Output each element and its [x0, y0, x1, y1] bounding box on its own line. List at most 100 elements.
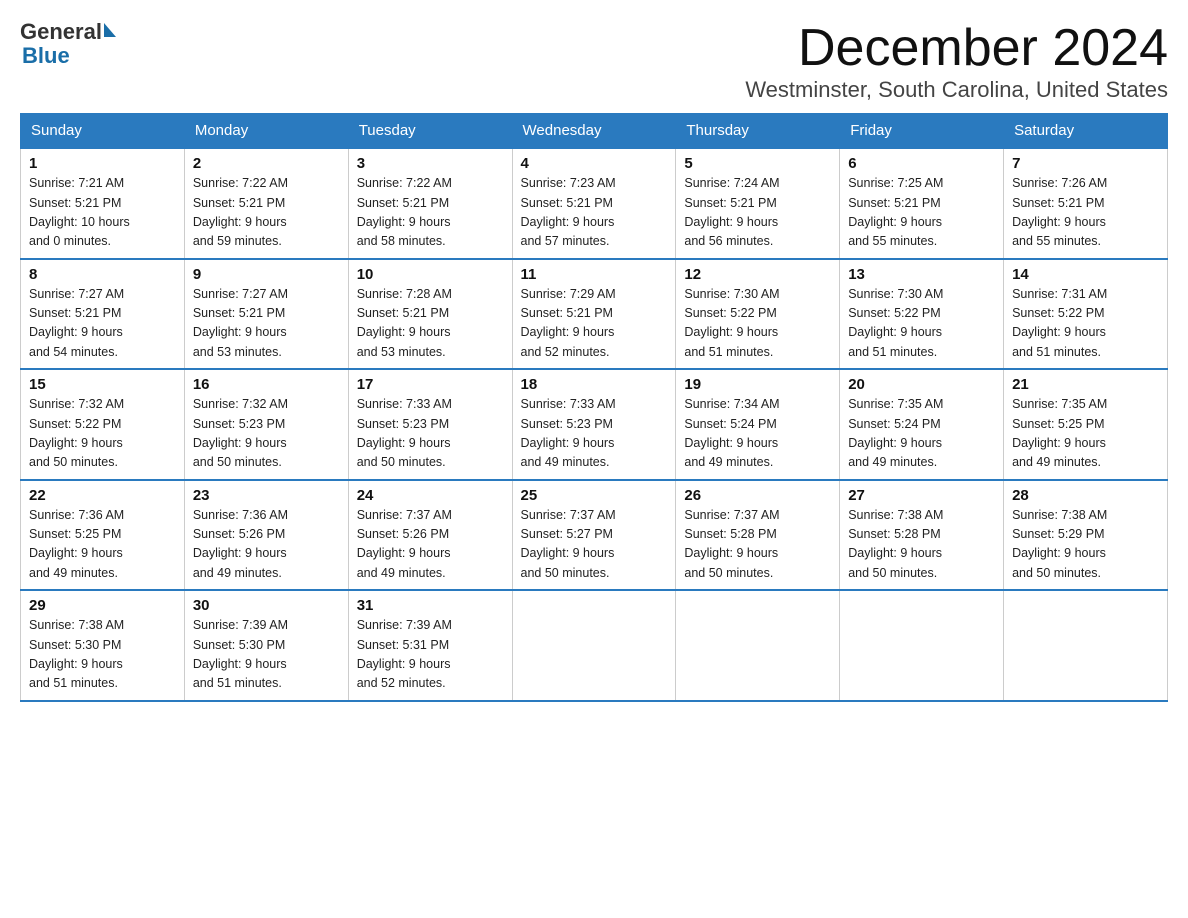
- calendar-day-cell: 31 Sunrise: 7:39 AMSunset: 5:31 PMDaylig…: [348, 590, 512, 701]
- day-info: Sunrise: 7:28 AMSunset: 5:21 PMDaylight:…: [357, 285, 504, 363]
- calendar-header-tuesday: Tuesday: [348, 114, 512, 149]
- calendar-header-wednesday: Wednesday: [512, 114, 676, 149]
- calendar-day-cell: [676, 590, 840, 701]
- day-info: Sunrise: 7:35 AMSunset: 5:24 PMDaylight:…: [848, 395, 995, 473]
- day-number: 29: [29, 597, 176, 614]
- day-number: 7: [1012, 155, 1159, 172]
- day-info: Sunrise: 7:26 AMSunset: 5:21 PMDaylight:…: [1012, 174, 1159, 252]
- day-number: 9: [193, 266, 340, 283]
- calendar-day-cell: 7 Sunrise: 7:26 AMSunset: 5:21 PMDayligh…: [1004, 148, 1168, 259]
- calendar-table: SundayMondayTuesdayWednesdayThursdayFrid…: [20, 113, 1168, 702]
- day-number: 12: [684, 266, 831, 283]
- calendar-day-cell: 8 Sunrise: 7:27 AMSunset: 5:21 PMDayligh…: [21, 259, 185, 370]
- day-info: Sunrise: 7:24 AMSunset: 5:21 PMDaylight:…: [684, 174, 831, 252]
- day-info: Sunrise: 7:21 AMSunset: 5:21 PMDaylight:…: [29, 174, 176, 252]
- day-info: Sunrise: 7:39 AMSunset: 5:31 PMDaylight:…: [357, 616, 504, 694]
- day-number: 25: [521, 487, 668, 504]
- calendar-day-cell: 10 Sunrise: 7:28 AMSunset: 5:21 PMDaylig…: [348, 259, 512, 370]
- day-info: Sunrise: 7:27 AMSunset: 5:21 PMDaylight:…: [193, 285, 340, 363]
- calendar-day-cell: 26 Sunrise: 7:37 AMSunset: 5:28 PMDaylig…: [676, 480, 840, 591]
- logo-blue-text: Blue: [22, 43, 70, 68]
- calendar-day-cell: 9 Sunrise: 7:27 AMSunset: 5:21 PMDayligh…: [184, 259, 348, 370]
- calendar-day-cell: 4 Sunrise: 7:23 AMSunset: 5:21 PMDayligh…: [512, 148, 676, 259]
- calendar-day-cell: 16 Sunrise: 7:32 AMSunset: 5:23 PMDaylig…: [184, 369, 348, 480]
- calendar-day-cell: 2 Sunrise: 7:22 AMSunset: 5:21 PMDayligh…: [184, 148, 348, 259]
- day-number: 27: [848, 487, 995, 504]
- logo: General Blue: [20, 20, 116, 68]
- calendar-week-row: 15 Sunrise: 7:32 AMSunset: 5:22 PMDaylig…: [21, 369, 1168, 480]
- calendar-header-saturday: Saturday: [1004, 114, 1168, 149]
- calendar-day-cell: [512, 590, 676, 701]
- day-number: 30: [193, 597, 340, 614]
- day-number: 2: [193, 155, 340, 172]
- day-info: Sunrise: 7:38 AMSunset: 5:28 PMDaylight:…: [848, 506, 995, 584]
- day-number: 5: [684, 155, 831, 172]
- day-info: Sunrise: 7:39 AMSunset: 5:30 PMDaylight:…: [193, 616, 340, 694]
- page-header: General Blue December 2024 Westminster, …: [20, 20, 1168, 103]
- day-number: 19: [684, 376, 831, 393]
- calendar-day-cell: 25 Sunrise: 7:37 AMSunset: 5:27 PMDaylig…: [512, 480, 676, 591]
- calendar-day-cell: 29 Sunrise: 7:38 AMSunset: 5:30 PMDaylig…: [21, 590, 185, 701]
- location-title: Westminster, South Carolina, United Stat…: [745, 77, 1168, 103]
- day-number: 16: [193, 376, 340, 393]
- day-info: Sunrise: 7:37 AMSunset: 5:28 PMDaylight:…: [684, 506, 831, 584]
- logo-triangle-icon: [104, 23, 116, 37]
- calendar-day-cell: 3 Sunrise: 7:22 AMSunset: 5:21 PMDayligh…: [348, 148, 512, 259]
- calendar-day-cell: 1 Sunrise: 7:21 AMSunset: 5:21 PMDayligh…: [21, 148, 185, 259]
- calendar-day-cell: 11 Sunrise: 7:29 AMSunset: 5:21 PMDaylig…: [512, 259, 676, 370]
- calendar-day-cell: 30 Sunrise: 7:39 AMSunset: 5:30 PMDaylig…: [184, 590, 348, 701]
- day-info: Sunrise: 7:32 AMSunset: 5:22 PMDaylight:…: [29, 395, 176, 473]
- day-info: Sunrise: 7:37 AMSunset: 5:27 PMDaylight:…: [521, 506, 668, 584]
- day-info: Sunrise: 7:30 AMSunset: 5:22 PMDaylight:…: [848, 285, 995, 363]
- day-number: 6: [848, 155, 995, 172]
- day-number: 4: [521, 155, 668, 172]
- day-info: Sunrise: 7:25 AMSunset: 5:21 PMDaylight:…: [848, 174, 995, 252]
- logo-general-text: General: [20, 20, 102, 44]
- day-number: 23: [193, 487, 340, 504]
- calendar-day-cell: [840, 590, 1004, 701]
- calendar-day-cell: 6 Sunrise: 7:25 AMSunset: 5:21 PMDayligh…: [840, 148, 1004, 259]
- calendar-day-cell: [1004, 590, 1168, 701]
- calendar-day-cell: 21 Sunrise: 7:35 AMSunset: 5:25 PMDaylig…: [1004, 369, 1168, 480]
- day-number: 11: [521, 266, 668, 283]
- calendar-day-cell: 12 Sunrise: 7:30 AMSunset: 5:22 PMDaylig…: [676, 259, 840, 370]
- day-info: Sunrise: 7:30 AMSunset: 5:22 PMDaylight:…: [684, 285, 831, 363]
- day-number: 8: [29, 266, 176, 283]
- day-number: 20: [848, 376, 995, 393]
- calendar-header-row: SundayMondayTuesdayWednesdayThursdayFrid…: [21, 114, 1168, 149]
- day-number: 10: [357, 266, 504, 283]
- calendar-day-cell: 14 Sunrise: 7:31 AMSunset: 5:22 PMDaylig…: [1004, 259, 1168, 370]
- calendar-day-cell: 20 Sunrise: 7:35 AMSunset: 5:24 PMDaylig…: [840, 369, 1004, 480]
- calendar-day-cell: 23 Sunrise: 7:36 AMSunset: 5:26 PMDaylig…: [184, 480, 348, 591]
- day-info: Sunrise: 7:33 AMSunset: 5:23 PMDaylight:…: [357, 395, 504, 473]
- day-info: Sunrise: 7:27 AMSunset: 5:21 PMDaylight:…: [29, 285, 176, 363]
- day-info: Sunrise: 7:38 AMSunset: 5:29 PMDaylight:…: [1012, 506, 1159, 584]
- day-number: 14: [1012, 266, 1159, 283]
- day-number: 28: [1012, 487, 1159, 504]
- calendar-day-cell: 13 Sunrise: 7:30 AMSunset: 5:22 PMDaylig…: [840, 259, 1004, 370]
- calendar-header-thursday: Thursday: [676, 114, 840, 149]
- day-info: Sunrise: 7:23 AMSunset: 5:21 PMDaylight:…: [521, 174, 668, 252]
- day-info: Sunrise: 7:34 AMSunset: 5:24 PMDaylight:…: [684, 395, 831, 473]
- calendar-day-cell: 19 Sunrise: 7:34 AMSunset: 5:24 PMDaylig…: [676, 369, 840, 480]
- day-number: 1: [29, 155, 176, 172]
- day-info: Sunrise: 7:36 AMSunset: 5:25 PMDaylight:…: [29, 506, 176, 584]
- calendar-day-cell: 15 Sunrise: 7:32 AMSunset: 5:22 PMDaylig…: [21, 369, 185, 480]
- day-info: Sunrise: 7:38 AMSunset: 5:30 PMDaylight:…: [29, 616, 176, 694]
- calendar-day-cell: 28 Sunrise: 7:38 AMSunset: 5:29 PMDaylig…: [1004, 480, 1168, 591]
- day-number: 17: [357, 376, 504, 393]
- day-number: 21: [1012, 376, 1159, 393]
- day-number: 22: [29, 487, 176, 504]
- calendar-week-row: 29 Sunrise: 7:38 AMSunset: 5:30 PMDaylig…: [21, 590, 1168, 701]
- day-number: 3: [357, 155, 504, 172]
- calendar-week-row: 1 Sunrise: 7:21 AMSunset: 5:21 PMDayligh…: [21, 148, 1168, 259]
- calendar-day-cell: 27 Sunrise: 7:38 AMSunset: 5:28 PMDaylig…: [840, 480, 1004, 591]
- calendar-day-cell: 18 Sunrise: 7:33 AMSunset: 5:23 PMDaylig…: [512, 369, 676, 480]
- day-info: Sunrise: 7:33 AMSunset: 5:23 PMDaylight:…: [521, 395, 668, 473]
- day-info: Sunrise: 7:36 AMSunset: 5:26 PMDaylight:…: [193, 506, 340, 584]
- calendar-week-row: 8 Sunrise: 7:27 AMSunset: 5:21 PMDayligh…: [21, 259, 1168, 370]
- calendar-header-monday: Monday: [184, 114, 348, 149]
- day-number: 26: [684, 487, 831, 504]
- day-info: Sunrise: 7:29 AMSunset: 5:21 PMDaylight:…: [521, 285, 668, 363]
- calendar-day-cell: 17 Sunrise: 7:33 AMSunset: 5:23 PMDaylig…: [348, 369, 512, 480]
